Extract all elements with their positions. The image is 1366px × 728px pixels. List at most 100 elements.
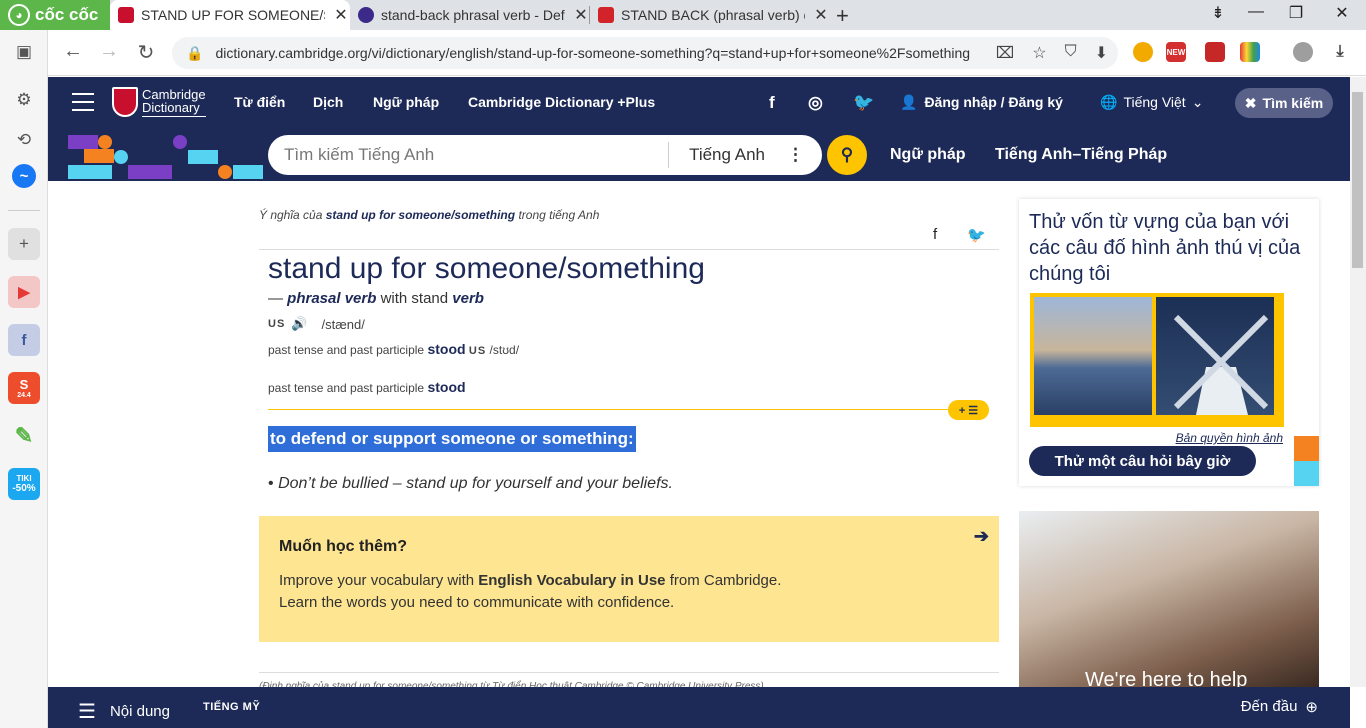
past-label: past tense and past participle xyxy=(268,381,425,395)
advertisement-image[interactable]: We're here to help xyxy=(1019,511,1319,687)
sidebar-divider xyxy=(8,210,40,211)
menu-hamburger-icon[interactable] xyxy=(72,93,94,111)
download-icon[interactable]: ⬇ xyxy=(1095,43,1108,63)
learn-line1-bold: English Vocabulary in Use xyxy=(478,572,666,589)
facebook-icon[interactable]: f xyxy=(769,93,775,113)
share-facebook-icon[interactable]: f xyxy=(933,226,937,243)
oxford-favicon-icon xyxy=(358,7,374,23)
tab-search-icon[interactable]: ⇟ xyxy=(1198,3,1238,23)
contents-menu-button[interactable]: ☰ Nội dung xyxy=(78,699,170,724)
shopee-icon[interactable]: S 24.4 xyxy=(8,372,40,404)
divider xyxy=(259,672,999,673)
settings-gear-icon[interactable]: ⚙ xyxy=(8,84,40,116)
image-copyright-link[interactable]: Bản quyền hình ảnh xyxy=(1176,431,1283,445)
instagram-icon[interactable]: ◎ xyxy=(808,93,823,113)
coccoc-menu-button[interactable]: ◕ cốc cốc xyxy=(0,0,110,30)
share-twitter-icon[interactable]: 🐦 xyxy=(967,226,986,244)
close-tab-icon[interactable]: ✕ xyxy=(812,5,830,25)
quiz-images[interactable] xyxy=(1030,293,1284,427)
grammar-link[interactable]: Ngữ pháp xyxy=(890,146,966,164)
tiki-icon[interactable]: TIKI -50% xyxy=(8,468,40,500)
decor-block xyxy=(68,135,98,149)
meaning-breadcrumb: Ý nghĩa của stand up for someone/somethi… xyxy=(259,208,599,222)
nav-ngu-phap[interactable]: Ngữ pháp xyxy=(373,94,439,110)
chevron-down-icon: ⌄ xyxy=(1191,94,1204,110)
crumb-prefix: Ý nghĩa của xyxy=(259,208,323,222)
minimize-icon[interactable]: — xyxy=(1236,3,1276,21)
coccoc-green-icon[interactable]: ✎ xyxy=(8,420,40,452)
try-quiz-button[interactable]: Thử một câu hỏi bây giờ xyxy=(1029,446,1256,476)
address-bar[interactable]: 🔒 dictionary.cambridge.org/vi/dictionary… xyxy=(172,37,1118,69)
part-of-speech: — phrasal verb with stand verb xyxy=(268,290,484,307)
translate-icon[interactable]: ⌧ xyxy=(996,43,1014,63)
add-app-icon[interactable]: + xyxy=(8,228,40,260)
scrollbar-thumb[interactable] xyxy=(1352,92,1363,268)
new-tab-button[interactable]: + xyxy=(836,3,849,29)
search-box: Tìm kiếm Tiếng Anh Tiếng Anh ⋮ xyxy=(268,135,822,175)
nav-tu-dien[interactable]: Từ điển xyxy=(234,94,285,110)
tab-stand-up-for[interactable]: STAND UP FOR SOMEONE/SOMETHING ✕ xyxy=(110,0,350,30)
decor-block xyxy=(233,165,263,179)
audio-speaker-icon[interactable]: 🔊 xyxy=(291,316,307,332)
back-icon[interactable]: ← xyxy=(60,40,86,63)
search-button[interactable]: ⚲ xyxy=(827,135,867,175)
tab-stand-back-macmillan[interactable]: STAND BACK (phrasal verb) definition ✕ xyxy=(590,0,830,30)
nav-plus[interactable]: Cambridge Dictionary +Plus xyxy=(468,94,655,110)
logo-line2: Dictionary xyxy=(142,99,200,115)
region-tab[interactable]: TIẾNG MỸ xyxy=(203,701,260,713)
new-ext-icon[interactable]: NEW xyxy=(1166,42,1186,62)
profile-avatar[interactable] xyxy=(1293,42,1313,62)
past-tense-2: past tense and past participle stood xyxy=(268,379,466,395)
quiz-card: Thử vốn từ vựng của bạn với các câu đố h… xyxy=(1019,199,1319,486)
language-selector[interactable]: 🌐 Tiếng Việt ⌄ xyxy=(1100,94,1203,111)
past-word: stood xyxy=(427,379,466,395)
arrow-right-icon[interactable]: ➔ xyxy=(974,526,989,547)
pos-dash: — xyxy=(268,290,283,307)
colorful-ext-icon[interactable] xyxy=(1240,42,1260,62)
red-ext-icon[interactable] xyxy=(1205,42,1225,62)
window-close-icon[interactable]: ✕ xyxy=(1322,3,1362,23)
youtube-icon[interactable]: ▶ xyxy=(8,276,40,308)
login-link[interactable]: 👤 Đăng nhập / Đăng ký xyxy=(900,94,1063,111)
past-word: stood xyxy=(427,341,466,357)
close-tab-icon[interactable]: ✕ xyxy=(572,5,590,25)
lock-icon: 🔒 xyxy=(186,44,204,61)
sidebar-toggle-icon[interactable]: ▣ xyxy=(8,36,40,68)
back-to-top-button[interactable]: Đến đầu ⊕ xyxy=(1241,698,1318,716)
decor-dot xyxy=(218,165,232,179)
twitter-icon[interactable]: 🐦 xyxy=(853,93,874,113)
decor-block xyxy=(128,165,172,179)
messenger-icon[interactable]: ~ xyxy=(12,164,36,188)
dictionary-selector[interactable]: Tiếng Anh ⋮ xyxy=(669,145,822,165)
ad-caption: We're here to help xyxy=(1085,669,1248,687)
cambridge-favicon-icon xyxy=(118,7,134,23)
tab-stand-back-oxford[interactable]: stand-back phrasal verb - Definition ✕ xyxy=(350,0,590,30)
search-toggle-button[interactable]: ✖ Tìm kiếm xyxy=(1235,88,1333,118)
add-to-word-list-button[interactable]: + ☰ xyxy=(948,400,989,420)
chrome-ext-icon[interactable] xyxy=(1133,42,1153,62)
decor-block xyxy=(68,165,112,179)
region-label: US xyxy=(268,318,286,330)
forward-icon[interactable]: → xyxy=(96,40,122,63)
close-tab-icon[interactable]: ✕ xyxy=(332,5,350,25)
history-icon[interactable]: ⟲ xyxy=(8,124,40,156)
shield-icon[interactable]: ⛉ xyxy=(1065,43,1077,63)
downloads-icon[interactable]: ⤓ xyxy=(1330,42,1350,62)
tab-title: stand-back phrasal verb - Definition xyxy=(381,7,565,23)
english-french-link[interactable]: Tiếng Anh–Tiếng Pháp xyxy=(995,146,1167,164)
sense-divider xyxy=(268,409,956,410)
maximize-icon[interactable]: ❐ xyxy=(1276,3,1316,23)
user-icon: 👤 xyxy=(900,94,918,110)
globe-icon: 🌐 xyxy=(1100,94,1118,110)
decor-block xyxy=(188,150,218,164)
learn-more-box[interactable]: Muốn học thêm? Improve your vocabulary w… xyxy=(259,516,999,642)
bookmark-star-icon[interactable]: ☆ xyxy=(1032,43,1046,63)
close-icon: ✖ xyxy=(1244,94,1257,111)
cambridge-logo[interactable]: Cambridge Dictionary xyxy=(112,87,206,117)
facebook-icon[interactable]: f xyxy=(8,324,40,356)
reload-icon[interactable]: ↻ xyxy=(133,40,159,65)
search-input[interactable]: Tìm kiếm Tiếng Anh xyxy=(268,145,668,165)
menu-hamburger-icon: ☰ xyxy=(78,701,96,723)
nav-dich[interactable]: Dịch xyxy=(313,94,343,110)
url-text[interactable]: dictionary.cambridge.org/vi/dictionary/e… xyxy=(215,45,983,61)
